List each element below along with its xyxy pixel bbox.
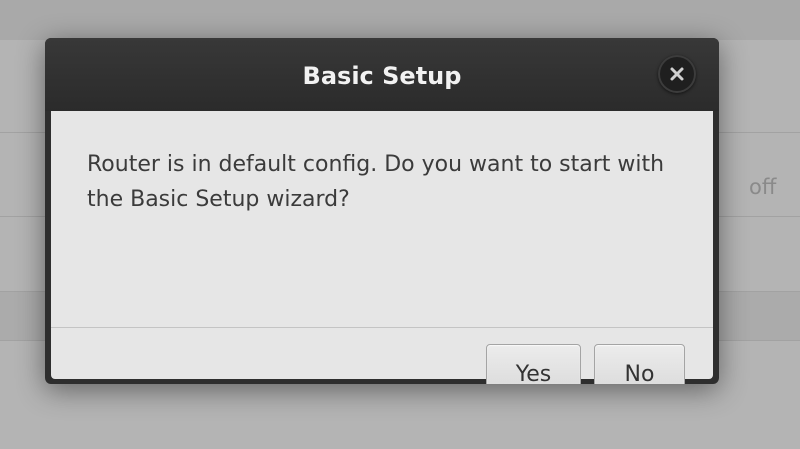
dialog-footer: Yes No [51,328,713,384]
close-button[interactable] [658,55,696,93]
dialog-body: Router is in default config. Do you want… [51,111,713,328]
dialog-title: Basic Setup [302,62,462,90]
background-header-band [0,0,800,40]
close-icon [670,67,684,81]
basic-setup-dialog: Basic Setup Router is in default config.… [45,38,719,384]
dialog-message: Router is in default config. Do you want… [87,152,665,212]
yes-button[interactable]: Yes [486,344,581,384]
background-setting-value: off [749,175,777,199]
no-button[interactable]: No [594,344,685,384]
